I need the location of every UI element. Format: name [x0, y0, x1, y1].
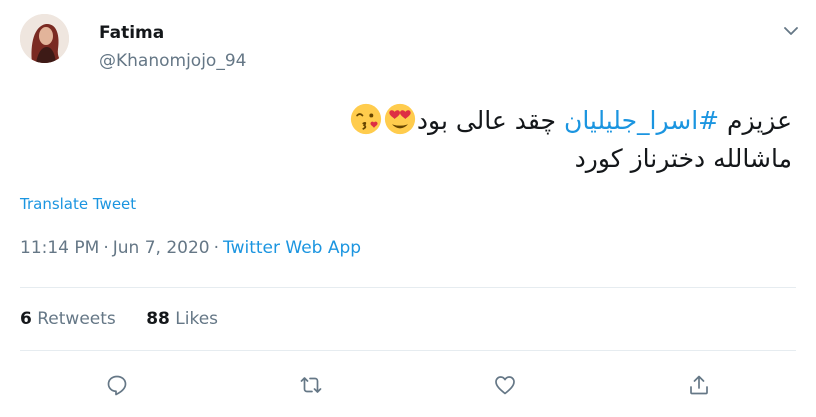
author-name[interactable]: Fatima — [99, 23, 164, 43]
likes-label: Likes — [175, 309, 219, 329]
retweet-button[interactable] — [298, 372, 324, 398]
share-button[interactable] — [686, 372, 712, 398]
translate-tweet-link[interactable]: Translate Tweet — [20, 195, 136, 213]
reply-button[interactable] — [104, 372, 130, 398]
reply-icon — [107, 375, 127, 396]
retweets-stat[interactable]: 6 Retweets — [20, 309, 116, 329]
tweet-text-start: عزیزم — [719, 106, 792, 135]
tweet-metadata: 11:14 PM · Jun 7, 2020 · Twitter Web App — [20, 238, 361, 258]
retweets-count: 6 — [20, 309, 32, 329]
author-handle[interactable]: @Khanomjojo_94 — [99, 51, 246, 71]
retweet-icon — [300, 377, 322, 393]
tweet-text-end: چقد عالی بود — [416, 106, 564, 135]
tweet-line-2: ماشالله دخترناز کورد — [574, 144, 792, 173]
likes-count: 88 — [146, 309, 170, 329]
meta-separator: · — [103, 238, 109, 258]
kissing-heart-emoji — [350, 103, 382, 135]
tweet-text: عزیزم #اسرا_جلیلیان چقد عالی بود ماشالله… — [32, 102, 792, 178]
retweets-label: Retweets — [37, 309, 116, 329]
avatar[interactable] — [20, 14, 69, 63]
chevron-down-icon — [784, 26, 798, 35]
hashtag-link[interactable]: #اسرا_جلیلیان — [564, 106, 719, 135]
likes-stat[interactable]: 88 Likes — [146, 309, 218, 329]
share-icon — [690, 375, 708, 395]
tweet-time[interactable]: 11:14 PM — [20, 238, 99, 258]
heart-eyes-emoji — [384, 103, 416, 135]
tweet-line-1: عزیزم #اسرا_جلیلیان چقد عالی بود — [32, 102, 792, 140]
tweet-stats: 6 Retweets 88 Likes — [20, 309, 243, 329]
like-button[interactable] — [492, 372, 518, 398]
divider — [20, 287, 796, 288]
meta-separator: · — [213, 238, 219, 258]
tweet-source-link[interactable]: Twitter Web App — [223, 238, 361, 258]
tweet-date[interactable]: Jun 7, 2020 — [113, 238, 210, 258]
tweet-menu-button[interactable] — [780, 20, 802, 42]
avatar-photo — [20, 14, 69, 63]
like-icon — [495, 376, 515, 395]
divider — [20, 350, 796, 351]
